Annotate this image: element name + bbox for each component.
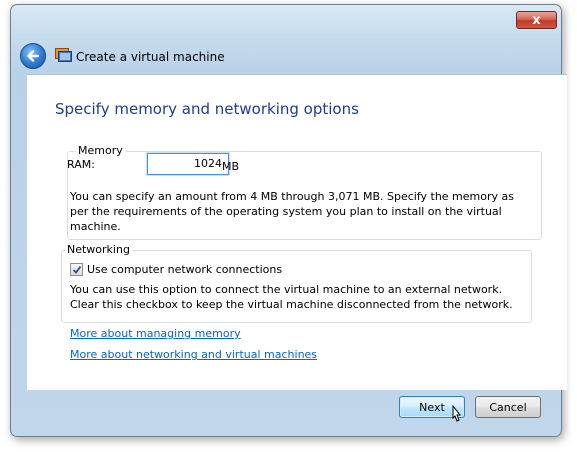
close-button[interactable]: x	[516, 11, 557, 29]
memory-description: You can specify an amount from 4 MB thro…	[70, 190, 514, 233]
back-arrow-icon	[27, 50, 40, 62]
virtual-machine-icon	[55, 48, 72, 62]
cancel-button-label: Cancel	[489, 400, 527, 414]
ram-input[interactable]: 1024	[147, 153, 229, 175]
ram-label: RAM:	[67, 158, 95, 171]
memory-help-link[interactable]: More about managing memory	[70, 327, 241, 340]
back-button[interactable]	[20, 43, 46, 69]
memory-group-label: Memory	[76, 144, 125, 157]
dialog-window: x Create a virtual machine Specify memor…	[10, 4, 567, 437]
networking-help-link[interactable]: More about networking and virtual machin…	[70, 348, 317, 361]
networking-group-label: Networking	[65, 243, 132, 256]
network-checkbox[interactable]	[70, 263, 83, 276]
network-checkbox-label[interactable]: Use computer network connections	[87, 263, 282, 276]
check-icon	[72, 265, 82, 274]
cancel-button[interactable]: Cancel	[475, 396, 541, 418]
window-title: Create a virtual machine	[76, 50, 225, 64]
close-icon: x	[532, 12, 541, 28]
next-button-label: Next	[419, 400, 445, 414]
page-heading: Specify memory and networking options	[55, 100, 359, 118]
ram-unit-label: MB	[222, 160, 240, 173]
networking-description: You can use this option to connect the v…	[70, 283, 513, 311]
mouse-pointer-icon	[452, 405, 462, 422]
